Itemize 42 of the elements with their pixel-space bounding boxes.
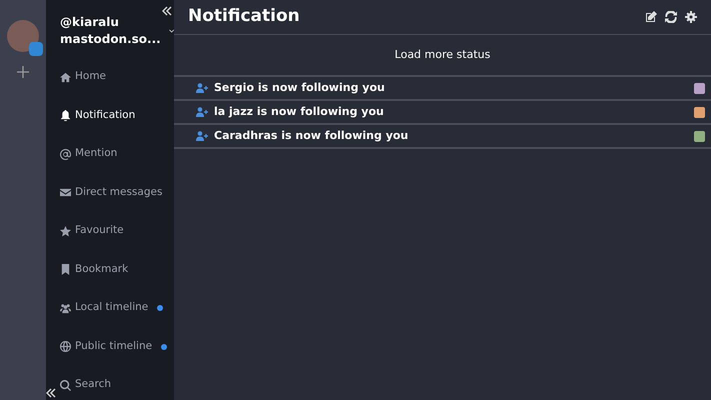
sidebar-item[interactable]: Home [60, 58, 174, 96]
at-icon [60, 148, 71, 160]
sidebar-item[interactable]: Bookmark [60, 250, 174, 289]
account-server: mastodon.so... [60, 31, 161, 48]
edit-icon[interactable] [645, 11, 657, 23]
users-icon [60, 302, 71, 314]
globe-icon [60, 341, 71, 352]
user-plus-icon [196, 83, 208, 93]
bookmark-icon [60, 264, 71, 276]
mastodon-badge-icon [29, 42, 43, 56]
user-plus-icon [196, 107, 208, 117]
sidebar-item[interactable]: Notification [60, 96, 174, 135]
mail-icon [60, 187, 71, 198]
notification-row[interactable]: la jazz is now following you [174, 101, 711, 125]
notification-row[interactable]: Sergio is now following you [174, 77, 711, 101]
sidebar-item[interactable]: Mention [60, 135, 174, 174]
account-handle: @kiaralu [60, 14, 120, 31]
collapse-icon[interactable] [46, 388, 56, 398]
settings-icon[interactable] [685, 11, 697, 23]
sidebar-item[interactable]: Favourite [60, 212, 174, 250]
avatar[interactable] [694, 106, 705, 118]
user-plus-icon [196, 131, 208, 141]
collapse-icon[interactable] [162, 6, 172, 16]
search-icon [60, 380, 71, 391]
dropdown-icon[interactable] [168, 28, 174, 34]
sidebar-item[interactable]: Direct messages [60, 174, 174, 212]
avatar[interactable] [694, 82, 705, 94]
notification-text: la jazz is now following you [214, 104, 385, 120]
sidebar-item[interactable]: Public timeline [60, 328, 174, 366]
add-icon[interactable] [17, 66, 29, 78]
home-icon [60, 72, 71, 83]
sidebar-item[interactable]: Search [60, 366, 174, 400]
refresh-icon[interactable] [665, 11, 677, 23]
bell-icon [60, 110, 71, 122]
star-icon [60, 226, 71, 237]
avatar[interactable] [694, 130, 705, 142]
notification-row[interactable]: Caradhras is now following you [174, 125, 711, 149]
notification-text: Caradhras is now following you [214, 128, 410, 144]
sidebar-item[interactable]: Local timeline [60, 289, 174, 328]
load-more-button[interactable]: Load more status [394, 46, 492, 64]
page-title: Notification [188, 5, 300, 28]
notification-text: Sergio is now following you [214, 80, 386, 96]
